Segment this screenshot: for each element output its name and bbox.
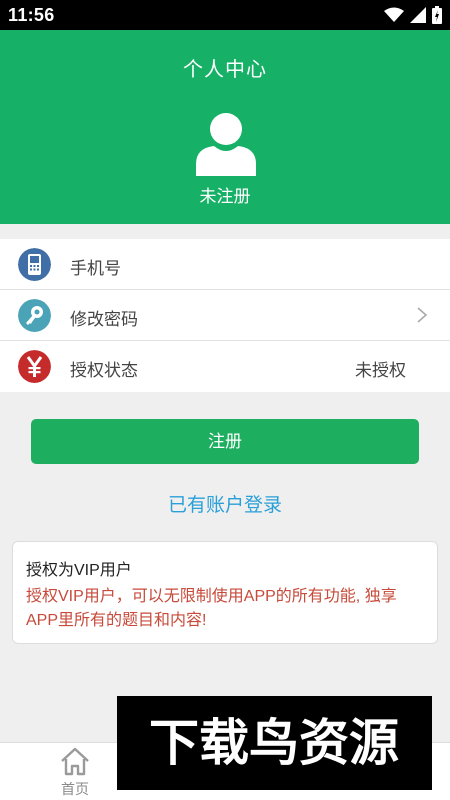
vip-info-card: 授权为VIP用户 授权VIP用户，可以无限制使用APP的所有功能, 独享APP里… <box>12 541 438 644</box>
settings-list: 手机号 修改密码 授权状态 未授权 <box>0 239 450 392</box>
battery-icon <box>432 6 442 24</box>
menu-item-phone[interactable]: 手机号 <box>0 239 450 290</box>
menu-item-label: 手机号 <box>70 259 121 278</box>
phone-icon <box>18 248 51 281</box>
status-icons <box>384 6 442 24</box>
vip-card-title: 授权为VIP用户 <box>26 562 132 579</box>
profile-header: 个人中心 未注册 <box>0 30 450 224</box>
status-time: 11:56 <box>8 5 55 25</box>
status-bar: 11:56 <box>0 0 450 30</box>
key-icon <box>18 299 51 332</box>
page-title: 个人中心 <box>183 59 267 81</box>
watermark-text: 下载鸟资源 <box>149 714 399 772</box>
avatar-icon[interactable] <box>196 112 256 176</box>
username-label[interactable]: 未注册 <box>0 182 450 207</box>
login-link[interactable]: 已有账户登录 <box>0 490 450 517</box>
signal-icon <box>410 7 426 23</box>
vip-card-description: 授权VIP用户，可以无限制使用APP的所有功能, 独享APP里所有的题目和内容! <box>26 588 397 629</box>
register-button[interactable]: 注册 <box>31 419 419 464</box>
wifi-icon <box>384 7 404 22</box>
menu-item-auth-status[interactable]: 授权状态 未授权 <box>0 341 450 392</box>
watermark-logo: 下载鸟资源 <box>117 696 432 790</box>
menu-item-change-password[interactable]: 修改密码 <box>0 290 450 341</box>
menu-item-label: 授权状态 <box>70 361 138 380</box>
yen-icon <box>18 350 51 383</box>
menu-item-label: 修改密码 <box>70 310 138 329</box>
home-icon <box>61 747 89 776</box>
chevron-right-icon <box>417 307 428 323</box>
auth-status-value: 未授权 <box>355 361 406 380</box>
